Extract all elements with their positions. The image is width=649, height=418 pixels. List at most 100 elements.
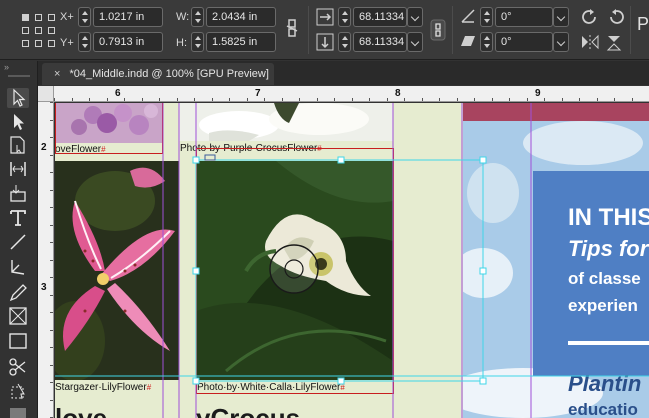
document-tab-title: *04_Middle.indd @ 100% [GPU Preview]	[69, 68, 269, 80]
rotate-angle-dropdown[interactable]	[553, 7, 569, 27]
ruler-tick	[544, 98, 545, 101]
x-position-field[interactable]: 1.0217 in	[93, 7, 163, 27]
ruler-tick	[596, 98, 598, 101]
content-collector-tool-icon[interactable]	[7, 183, 29, 203]
line-tool-icon[interactable]	[7, 232, 29, 252]
ruler-tick	[211, 98, 213, 101]
ruler-tick	[369, 98, 370, 101]
ruler-tick	[50, 312, 53, 313]
rotate-counterclockwise-icon[interactable]	[606, 7, 626, 27]
close-tab-icon[interactable]: ×	[54, 68, 60, 80]
ruler-tick	[50, 294, 53, 296]
control-bar: X+ 1.0217 in Y+ 0.7913 in W: 2.0434 in H…	[0, 0, 649, 60]
flip-horizontal-icon[interactable]	[580, 34, 600, 50]
scale-x-icon	[316, 8, 334, 26]
ruler-tick	[561, 98, 563, 101]
ruler-tick	[386, 98, 388, 101]
x-label: X+	[60, 11, 74, 23]
vertical-ruler[interactable]: 2 3	[38, 102, 54, 418]
ruler-tick	[50, 347, 53, 348]
ruler-tick	[50, 172, 53, 173]
x-stepper[interactable]	[78, 7, 91, 27]
ruler-tick	[334, 98, 335, 101]
ruler-tick	[316, 98, 318, 101]
shear-angle-field[interactable]: 0°	[495, 32, 553, 52]
ruler-tick	[50, 189, 53, 191]
pen-tool-icon[interactable]	[7, 257, 29, 277]
ruler-tick	[439, 98, 440, 101]
width-stepper[interactable]	[191, 7, 204, 27]
direct-selection-tool-icon[interactable]	[7, 112, 29, 132]
scale-x-dropdown[interactable]	[407, 7, 423, 27]
y-label: Y+	[60, 37, 74, 49]
ruler-tick	[71, 98, 73, 101]
ruler-tick	[421, 98, 423, 101]
document-tab[interactable]: × *04_Middle.indd @ 100% [GPU Preview]	[42, 63, 274, 85]
ruler-tick	[141, 98, 143, 101]
height-field[interactable]: 1.5825 in	[206, 32, 276, 52]
ruler-tick	[50, 329, 53, 331]
ruler-label-2: 2	[41, 142, 47, 153]
ruler-label-6: 6	[115, 88, 121, 99]
ruler-tick	[124, 98, 125, 101]
width-field[interactable]: 2.0434 in	[206, 7, 276, 27]
ruler-tick	[526, 98, 528, 101]
selection-tool-icon[interactable]	[7, 88, 29, 108]
ruler-tick	[50, 224, 53, 226]
ruler-tick	[299, 98, 300, 101]
type-tool-icon[interactable]	[7, 208, 29, 228]
tools-panel: »	[0, 61, 38, 418]
flip-vertical-icon[interactable]	[606, 34, 624, 52]
ruler-label-7: 7	[255, 88, 261, 99]
ruler-tick	[106, 98, 108, 101]
scale-y-stepper[interactable]	[338, 32, 351, 52]
free-transform-tool-icon[interactable]	[7, 382, 29, 402]
ruler-tick	[50, 119, 53, 121]
page-tool-icon[interactable]	[7, 135, 29, 155]
constrain-scale-link-icon[interactable]	[430, 19, 446, 41]
panel-collapse-icon[interactable]: »	[4, 62, 9, 72]
reference-point-selector[interactable]	[22, 14, 56, 48]
layout-guides-overlay	[55, 103, 649, 418]
ruler-tick	[474, 98, 475, 101]
constrain-proportions-link-icon[interactable]	[284, 17, 300, 39]
ruler-tick	[50, 399, 53, 401]
rotate-clockwise-icon[interactable]	[580, 7, 600, 27]
ruler-tick	[50, 277, 53, 278]
ruler-tick	[491, 98, 493, 101]
shear-angle-dropdown[interactable]	[553, 32, 569, 52]
width-label: W:	[176, 11, 190, 23]
scissors-tool-icon[interactable]	[7, 357, 29, 377]
document-canvas[interactable]: oveFlower# Photo·by·Purple·CrocusFlower#…	[55, 103, 649, 418]
height-stepper[interactable]	[191, 32, 204, 52]
ruler-tick	[50, 154, 53, 156]
y-position-field[interactable]: 0.7913 in	[93, 32, 163, 52]
scale-x-stepper[interactable]	[338, 7, 351, 27]
scale-x-field[interactable]: 68.11334	[353, 7, 407, 27]
rotate-angle-field[interactable]: 0°	[495, 7, 553, 27]
scale-y-dropdown[interactable]	[407, 32, 423, 52]
ruler-tick	[509, 98, 510, 101]
proxy-glyph: P	[637, 14, 649, 34]
shear-stepper[interactable]	[480, 32, 493, 52]
gradient-tool-icon[interactable]	[7, 405, 29, 418]
ruler-tick	[50, 382, 53, 383]
horizontal-ruler[interactable]: 6 7 8 9	[54, 86, 649, 102]
ruler-tick	[194, 98, 195, 101]
ruler-label-9: 9	[535, 88, 541, 99]
scale-y-field[interactable]: 68.11334	[353, 32, 407, 52]
y-stepper[interactable]	[78, 32, 91, 52]
ruler-tick	[50, 207, 53, 208]
ruler-tick	[404, 98, 405, 101]
rectangle-tool-icon[interactable]	[7, 331, 29, 351]
ruler-origin[interactable]	[38, 86, 54, 102]
ruler-tick	[54, 98, 55, 101]
rectangle-frame-tool-icon[interactable]	[7, 306, 29, 326]
height-label: H:	[176, 37, 187, 49]
ruler-label-8: 8	[395, 88, 401, 99]
pencil-tool-icon[interactable]	[7, 282, 29, 302]
gap-tool-icon[interactable]	[7, 159, 29, 179]
rotate-angle-icon	[461, 9, 475, 23]
rotate-stepper[interactable]	[480, 7, 493, 27]
ruler-tick	[50, 364, 53, 366]
